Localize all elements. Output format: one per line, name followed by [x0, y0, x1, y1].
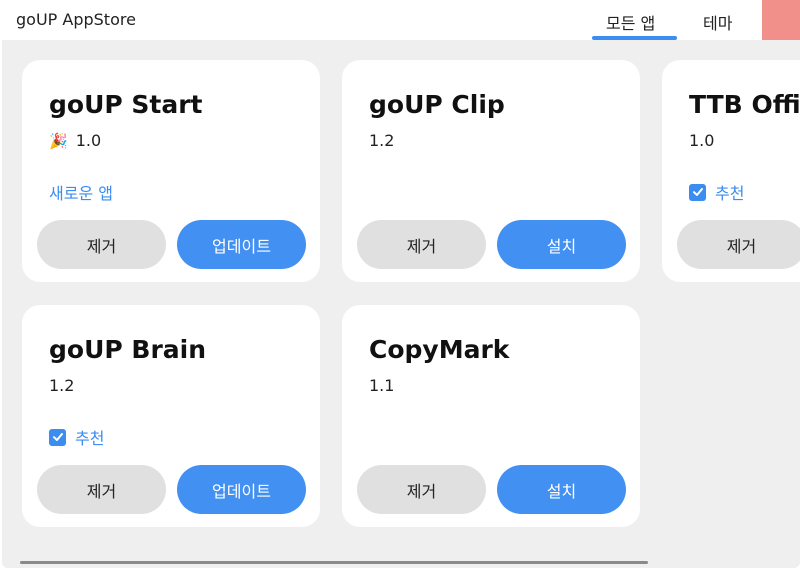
app-grid: goUP Start 🎉 1.0 새로운 앱 제거 업데이트 goUP Clip…	[2, 40, 800, 568]
app-version-row: 🎉 1.0	[49, 131, 101, 150]
app-name: CopyMark	[369, 335, 510, 364]
tab-theme[interactable]: 테마	[703, 10, 732, 34]
app-card-copymark: CopyMark 1.1 제거 설치	[342, 305, 640, 527]
app-version: 1.2	[49, 376, 75, 395]
horizontal-scrollbar[interactable]	[20, 561, 648, 564]
app-version: 1.1	[369, 376, 395, 395]
app-title: goUP AppStore	[16, 10, 136, 29]
checkbox-checked-icon[interactable]	[49, 428, 66, 446]
app-card-goup-clip: goUP Clip 1.2 제거 설치	[342, 60, 640, 282]
tag-label: 추천	[75, 429, 105, 448]
tab-all-apps[interactable]: 모든 앱	[606, 10, 655, 34]
window-control[interactable]	[762, 0, 800, 40]
checkbox-checked-icon[interactable]	[689, 183, 706, 201]
app-name: goUP Brain	[49, 335, 207, 364]
remove-button[interactable]: 제거	[357, 465, 486, 514]
app-version-row: 1.0	[689, 131, 714, 150]
app-version-row: 1.2	[49, 376, 74, 395]
tag-label: 새로운 앱	[49, 184, 113, 203]
app-version: 1.0	[689, 131, 715, 150]
remove-button[interactable]: 제거	[357, 220, 486, 269]
app-name: goUP Start	[49, 90, 203, 119]
app-version: 1.2	[369, 131, 395, 150]
app-version: 1.0	[75, 131, 102, 150]
remove-button[interactable]: 제거	[677, 220, 800, 269]
app-name: goUP Clip	[369, 90, 505, 119]
update-button[interactable]: 업데이트	[177, 465, 306, 514]
app-version-row: 1.1	[369, 376, 394, 395]
remove-button[interactable]: 제거	[37, 220, 166, 269]
recommended-tag[interactable]: 추천	[49, 425, 104, 449]
party-popper-icon: 🎉	[49, 131, 68, 150]
app-card-goup-brain: goUP Brain 1.2 추천 제거 업데이트	[22, 305, 320, 527]
app-version-row: 1.2	[369, 131, 394, 150]
new-app-tag: 새로운 앱	[49, 180, 113, 204]
app-card-ttb-office: TTB Office 1.0 추천 제거	[662, 60, 800, 282]
app-card-goup-start: goUP Start 🎉 1.0 새로운 앱 제거 업데이트	[22, 60, 320, 282]
app-name: TTB Office	[689, 90, 800, 119]
install-button[interactable]: 설치	[497, 220, 626, 269]
install-button[interactable]: 설치	[497, 465, 626, 514]
remove-button[interactable]: 제거	[37, 465, 166, 514]
tag-label: 추천	[715, 184, 745, 203]
recommended-tag[interactable]: 추천	[689, 180, 744, 204]
title-bar: goUP AppStore 모든 앱 테마	[0, 0, 800, 40]
update-button[interactable]: 업데이트	[177, 220, 306, 269]
